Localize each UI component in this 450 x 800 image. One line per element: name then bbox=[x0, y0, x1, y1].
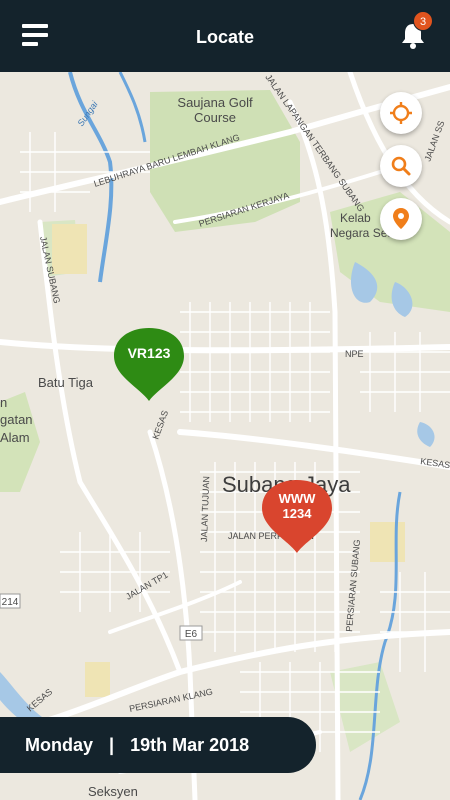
map-label-n: n bbox=[0, 395, 7, 410]
vehicle-label: WWW 1234 bbox=[278, 491, 316, 521]
map-pin-icon bbox=[393, 208, 409, 229]
locate-me-button[interactable] bbox=[380, 92, 422, 134]
date-day: Monday bbox=[25, 734, 94, 755]
map-label-kelab: Kelab bbox=[340, 211, 371, 225]
pin-button[interactable] bbox=[380, 198, 422, 240]
zone-block bbox=[52, 224, 87, 274]
date-bar[interactable]: Monday | 19th Mar 2018 bbox=[0, 717, 316, 773]
marker-pin-shape bbox=[114, 328, 184, 401]
map-label-gatan: gatan bbox=[0, 412, 33, 427]
page-title: Locate bbox=[195, 27, 255, 47]
map-label-golf-course: Course bbox=[194, 110, 236, 125]
search-icon bbox=[391, 156, 411, 176]
crosshair-icon bbox=[390, 102, 412, 124]
notification-badge: 3 bbox=[413, 11, 433, 31]
date-separator: | bbox=[109, 734, 115, 755]
zone-block bbox=[370, 522, 405, 562]
search-button[interactable] bbox=[380, 145, 422, 187]
zone-block bbox=[85, 662, 110, 697]
date-value: 19th Mar 2018 bbox=[130, 734, 250, 755]
vehicle-marker-vr123[interactable]: VR123 bbox=[112, 326, 186, 402]
vehicle-label: VR123 bbox=[127, 345, 171, 361]
map-label-batu-tiga: Batu Tiga bbox=[38, 375, 94, 390]
map-label-alam: Alam bbox=[0, 430, 30, 445]
app-header: Locate 3 bbox=[0, 0, 450, 72]
map-view[interactable]: Saujana Golf Course LEBUHRAYA BARU LEMBA… bbox=[0, 72, 450, 800]
map-label-214: 214 bbox=[2, 597, 19, 608]
map-label-seksyen: Seksyen bbox=[88, 784, 138, 799]
map-label-golf: Saujana Golf bbox=[177, 95, 253, 110]
map-label-npe: NPE bbox=[345, 349, 364, 359]
vehicle-marker-www1234[interactable]: WWW 1234 bbox=[260, 478, 334, 554]
map-label-e6: E6 bbox=[185, 629, 198, 640]
